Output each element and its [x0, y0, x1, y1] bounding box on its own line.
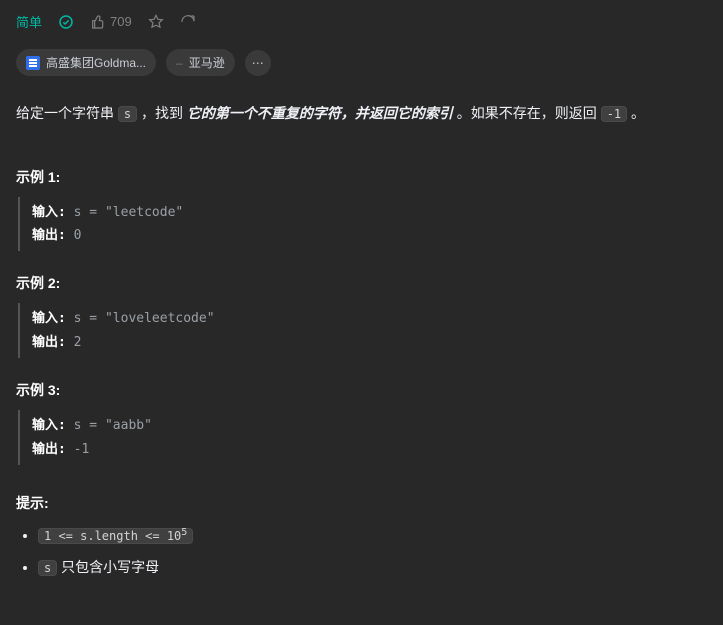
inline-code: s [38, 560, 57, 576]
example-block: 输入: s = "aabb" 输出: -1 [18, 410, 707, 465]
company-tag-amazon[interactable]: – 亚马逊 [166, 49, 235, 76]
like-count: 709 [110, 14, 132, 29]
company-tag-label: 亚马逊 [189, 54, 225, 71]
company-tag-label: 高盛集团Goldma... [46, 54, 146, 71]
dash-icon: – [176, 56, 183, 70]
constraint-item: 1 <= s.length <= 105 [38, 527, 707, 543]
inline-code: s [118, 106, 137, 122]
inline-code: 1 <= s.length <= 105 [38, 528, 193, 544]
company-logo-icon [26, 56, 40, 70]
company-tags: 高盛集团Goldma... – 亚马逊 ⋯ [16, 49, 707, 76]
top-bar: 简单 709 [16, 12, 707, 31]
example-block: 输入: s = "loveleetcode" 输出: 2 [18, 303, 707, 358]
solved-icon[interactable] [58, 14, 74, 30]
share-button[interactable] [180, 14, 196, 30]
example-title: 示例 2: [16, 273, 707, 293]
more-tags-button[interactable]: ⋯ [245, 50, 271, 76]
example-title: 示例 1: [16, 167, 707, 187]
favorite-button[interactable] [148, 14, 164, 30]
constraints-list: 1 <= s.length <= 105 s 只包含小写字母 [16, 527, 707, 577]
hints-title: 提示: [16, 493, 707, 513]
constraint-item: s 只包含小写字母 [38, 557, 707, 577]
difficulty-label: 简单 [16, 12, 42, 31]
like-button[interactable]: 709 [90, 14, 132, 30]
inline-code: -1 [601, 106, 627, 122]
example-title: 示例 3: [16, 380, 707, 400]
ellipsis-icon: ⋯ [252, 56, 264, 70]
problem-description: 给定一个字符串 s ，找到 它的第一个不重复的字符，并返回它的索引 。如果不存在… [16, 100, 707, 127]
example-block: 输入: s = "leetcode" 输出: 0 [18, 197, 707, 252]
company-tag-goldman[interactable]: 高盛集团Goldma... [16, 49, 156, 76]
